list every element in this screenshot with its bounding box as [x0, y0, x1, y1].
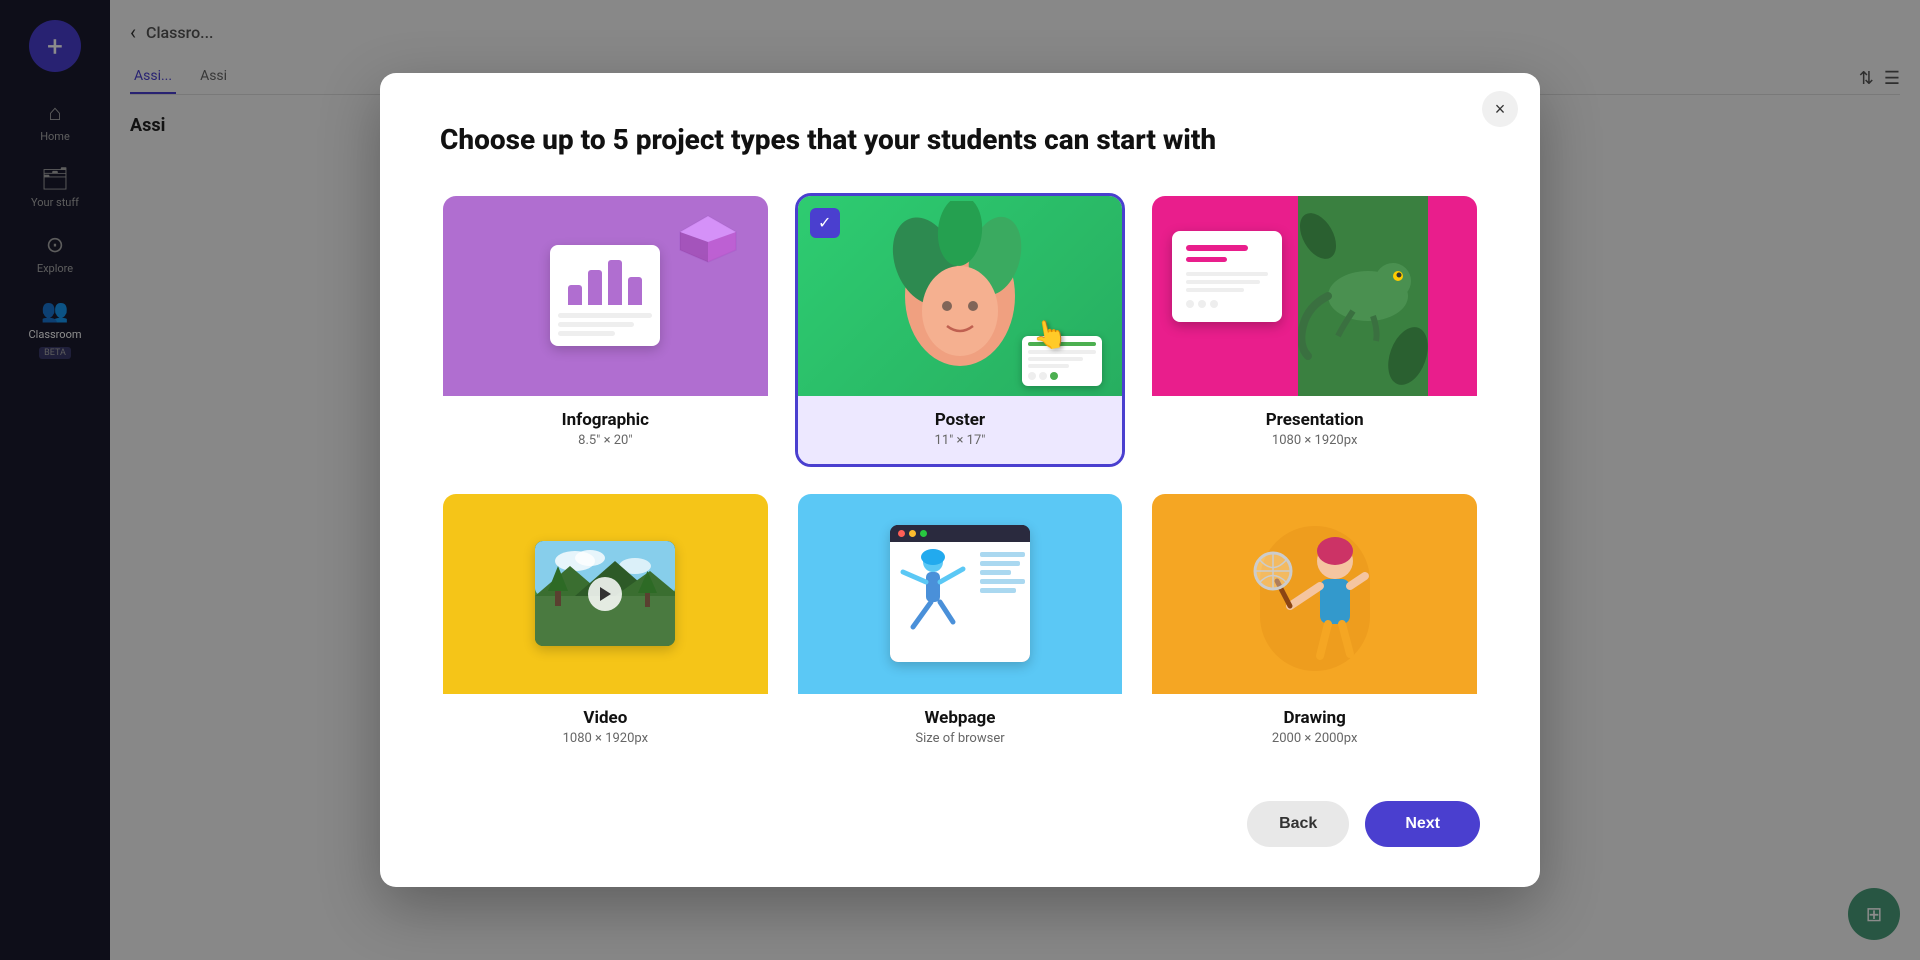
poster-selected-check: ✓: [810, 208, 840, 238]
infographic-doc-preview: [550, 245, 660, 346]
infographic-card-info: Infographic 8.5" × 20": [443, 396, 768, 464]
webpage-thumbnail: [798, 494, 1123, 694]
project-card-infographic[interactable]: Infographic 8.5" × 20": [440, 193, 771, 467]
webpage-card-name: Webpage: [814, 708, 1107, 728]
webpage-card-size: Size of browser: [814, 731, 1107, 746]
poster-card-name: Poster: [814, 410, 1107, 430]
infographic-3d-shape: [678, 214, 738, 264]
video-thumbnail: [443, 494, 768, 694]
drawing-illustration: [1235, 496, 1395, 691]
cursor-pointer: 👆: [1030, 315, 1070, 354]
drawing-thumbnail: [1152, 494, 1477, 694]
project-card-webpage[interactable]: Webpage Size of browser: [795, 491, 1126, 765]
poster-thumbnail: 👆: [798, 196, 1123, 396]
drawing-card-info: Drawing 2000 × 2000px: [1152, 694, 1477, 762]
project-type-modal: × Choose up to 5 project types that your…: [380, 73, 1540, 887]
video-card-size: 1080 × 1920px: [459, 731, 752, 746]
webpage-card-info: Webpage Size of browser: [798, 694, 1123, 762]
modal-overlay[interactable]: × Choose up to 5 project types that your…: [0, 0, 1920, 960]
webpage-dot-red: [898, 530, 905, 537]
modal-footer: Back Next: [440, 801, 1480, 847]
poster-card-size: 11" × 17": [814, 433, 1107, 448]
drawing-card-name: Drawing: [1168, 708, 1461, 728]
webpage-dancer: [898, 547, 973, 647]
project-card-drawing[interactable]: Drawing 2000 × 2000px: [1149, 491, 1480, 765]
project-card-video[interactable]: Video 1080 × 1920px: [440, 491, 771, 765]
presentation-card-size: 1080 × 1920px: [1168, 433, 1461, 448]
presentation-card-info: Presentation 1080 × 1920px: [1152, 396, 1477, 464]
drawing-card-size: 2000 × 2000px: [1168, 731, 1461, 746]
video-play-button: [588, 577, 622, 611]
poster-illustration: [885, 201, 1035, 391]
back-button[interactable]: Back: [1247, 801, 1349, 847]
video-card-info: Video 1080 × 1920px: [443, 694, 768, 762]
presentation-slide-preview: [1172, 231, 1282, 322]
webpage-frame-preview: [890, 525, 1030, 662]
presentation-bg-image: [1298, 196, 1477, 396]
presentation-card-name: Presentation: [1168, 410, 1461, 430]
project-card-poster[interactable]: ✓: [795, 193, 1126, 467]
webpage-content-preview: [890, 542, 1030, 662]
video-card-name: Video: [459, 708, 752, 728]
webpage-dot-yellow: [909, 530, 916, 537]
webpage-dot-green: [920, 530, 927, 537]
next-button[interactable]: Next: [1365, 801, 1480, 847]
infographic-card-size: 8.5" × 20": [459, 433, 752, 448]
project-type-grid: Infographic 8.5" × 20" ✓: [440, 193, 1480, 765]
infographic-thumbnail: [443, 196, 768, 396]
infographic-card-name: Infographic: [459, 410, 752, 430]
modal-title: Choose up to 5 project types that your s…: [440, 123, 1480, 157]
modal-close-button[interactable]: ×: [1482, 91, 1518, 127]
webpage-toolbar: [890, 525, 1030, 542]
poster-card-info: Poster 11" × 17": [798, 396, 1123, 464]
project-card-presentation[interactable]: Presentation 1080 × 1920px: [1149, 193, 1480, 467]
presentation-thumbnail: [1152, 196, 1477, 396]
close-icon: ×: [1495, 99, 1506, 120]
video-frame-preview: [535, 541, 675, 646]
